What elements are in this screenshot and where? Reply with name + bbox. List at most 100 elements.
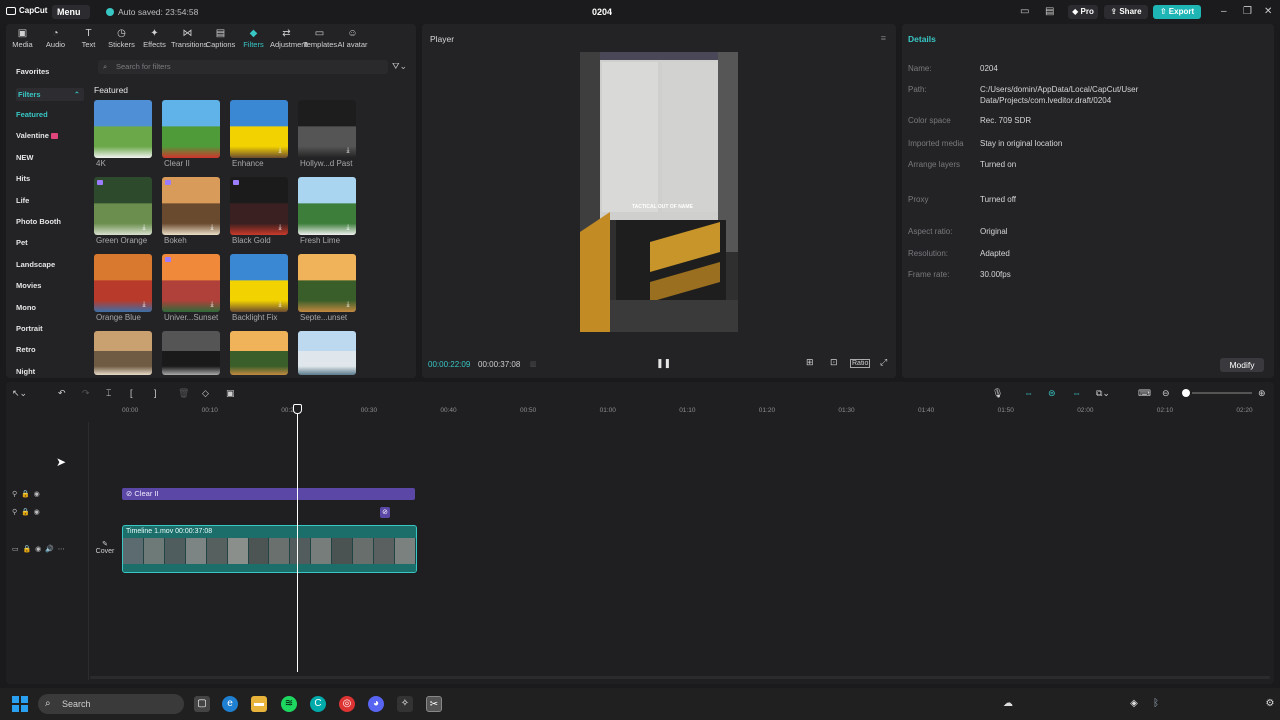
pro-button[interactable]: ◆ Pro (1068, 5, 1098, 19)
app-icon-2[interactable]: ✧ (397, 696, 413, 712)
zoom-slider[interactable] (1192, 392, 1252, 394)
spotify-icon[interactable]: ≋ (281, 696, 297, 712)
zoom-in-icon[interactable]: ⊕ (1258, 388, 1266, 399)
playhead-handle[interactable] (293, 404, 302, 414)
filter-sort-icon[interactable]: ⛛⌄ (392, 61, 407, 72)
taskbar-search[interactable]: ⌕ Search (38, 694, 184, 714)
category-item-movies[interactable]: Movies (16, 281, 41, 290)
filter-thumbnail-fresh-lime[interactable]: ⤓ (298, 177, 356, 235)
category-item-new[interactable]: NEW (16, 153, 34, 162)
category-item-mono[interactable]: Mono (16, 303, 36, 312)
filter-thumbnail-clear-ii[interactable] (162, 100, 220, 158)
ratio-button[interactable]: Ratio (850, 359, 871, 368)
close-icon[interactable]: ✕ (1264, 6, 1272, 17)
category-item-pet[interactable]: Pet (16, 238, 28, 247)
tray-icon[interactable]: ◈ (1126, 696, 1142, 712)
shortcut-icon[interactable]: ▤ (1045, 6, 1054, 17)
cloud-icon[interactable]: ☁ (1000, 696, 1016, 712)
category-item-portrait[interactable]: Portrait (16, 324, 43, 333)
download-icon[interactable]: ⤓ (344, 147, 352, 155)
category-item-life[interactable]: Life (16, 196, 29, 205)
minimize-icon[interactable]: – (1221, 6, 1227, 17)
preview-axis-icon[interactable]: ⧉⌄ (1096, 388, 1110, 399)
filter-thumbnail-black-gold[interactable]: ⤓ (230, 177, 288, 235)
settings-icon[interactable]: ⚙ (1262, 696, 1278, 712)
tab-ai-avatar[interactable]: ☺ AI avatar (336, 26, 369, 52)
tab-media[interactable]: ▣ Media (6, 26, 39, 52)
download-icon[interactable]: ⤓ (344, 301, 352, 309)
tab-effects[interactable]: ✦ Effects (138, 26, 171, 52)
category-item-valentine[interactable]: Valentine (16, 131, 58, 140)
filter-thumbnail-hollyw-d-past[interactable]: ⤓ (298, 100, 356, 158)
landscape-thumbnail[interactable] (230, 331, 288, 375)
filter-thumbnail-green-orange[interactable]: ⤓ (94, 177, 152, 235)
crop-icon[interactable]: ⊡ (830, 357, 838, 368)
category-item-photo-booth[interactable]: Photo Booth (16, 217, 61, 226)
tab-audio[interactable]: ◔ Audio (39, 26, 72, 52)
video-preview[interactable]: TACTICAL OUT OF NAME (580, 52, 738, 332)
zoom-reset-icon[interactable] (1182, 389, 1190, 397)
tab-stickers[interactable]: ◷ Stickers (105, 26, 138, 52)
split-left-icon[interactable]: [ (130, 388, 133, 398)
fullscreen-icon[interactable]: ⤢ (880, 357, 887, 368)
freeze-icon[interactable]: ▣ (226, 388, 235, 399)
fashion-thumbnail[interactable] (162, 331, 220, 375)
download-icon[interactable]: ⤓ (276, 301, 284, 309)
playhead-line[interactable] (297, 404, 298, 672)
cat-thumbnail[interactable] (94, 331, 152, 375)
timeline-scrollbar[interactable] (90, 676, 1270, 679)
filter-track-controls[interactable]: ⚲ 🔒 ◉ (12, 490, 40, 498)
tab-transitions[interactable]: ⋈ Transitions (171, 26, 207, 52)
undo-icon[interactable]: ↶ (58, 388, 66, 399)
share-button[interactable]: ⇪ Share (1104, 5, 1148, 19)
split-right-icon[interactable]: ] (154, 388, 157, 398)
zoom-out-icon[interactable]: ⊖ (1162, 388, 1170, 399)
split-icon[interactable]: ⌶ (106, 388, 111, 399)
layout-icon[interactable]: ▭ (1020, 6, 1029, 17)
download-icon[interactable]: ⤓ (276, 224, 284, 232)
captions-track-icon[interactable]: ⌨ (1138, 388, 1151, 399)
cover-button[interactable]: ✎ Cover (94, 540, 116, 555)
download-icon[interactable]: ⤓ (208, 301, 216, 309)
category-item-retro[interactable]: Retro (16, 345, 36, 354)
beach-thumbnail[interactable] (298, 331, 356, 375)
sidebar-item-filters[interactable]: Filters ⌃ (16, 88, 84, 101)
filter-clip[interactable]: ⊘ Clear II (122, 488, 415, 500)
tab-adjustment[interactable]: ⇄ Adjustment (270, 26, 308, 52)
filter-thumbnail-univer-sunset[interactable]: ⤓ (162, 254, 220, 312)
filter-thumbnail-orange-blue[interactable]: ⤓ (94, 254, 152, 312)
main-video-clip[interactable]: Timeline 1.mov 00:00:37:08 (122, 525, 417, 573)
download-icon[interactable]: ⤓ (140, 224, 148, 232)
delete-icon[interactable]: 🗑 (178, 388, 189, 399)
filter-thumbnail-enhance[interactable]: ⤓ (230, 100, 288, 158)
category-item-hits[interactable]: Hits (16, 174, 30, 183)
category-item-night[interactable]: Night (16, 367, 35, 376)
adjustment-clip[interactable]: ⊘ (380, 507, 390, 518)
download-icon[interactable]: ⤓ (140, 301, 148, 309)
filter-thumbnail-backlight-fix[interactable]: ⤓ (230, 254, 288, 312)
tab-text[interactable]: T Text (72, 26, 105, 52)
task-view-icon[interactable]: ▢ (194, 696, 210, 712)
download-icon[interactable]: ⤓ (344, 224, 352, 232)
capcut-taskbar-icon[interactable]: ✂ (426, 696, 442, 712)
snap-icon[interactable]: ⇔ (1072, 388, 1081, 398)
tab-filters[interactable]: ◆ Filters (237, 26, 270, 52)
category-item-featured[interactable]: Featured (16, 110, 48, 119)
microphone-icon[interactable]: 🎙 (992, 388, 1003, 399)
edge-icon[interactable]: e (222, 696, 238, 712)
filter-search-input[interactable]: ⌕ Search for filters (98, 60, 388, 74)
app-icon[interactable]: C (310, 696, 326, 712)
filter-thumbnail-4k[interactable] (94, 100, 152, 158)
main-track-controls[interactable]: ▭ 🔒 ◉ 🔊 ⋯ (12, 545, 65, 553)
filter-thumbnail-bokeh[interactable]: ⤓ (162, 177, 220, 235)
marker-icon[interactable]: ◇ (202, 388, 209, 399)
tab-captions[interactable]: ▤ Captions (204, 26, 237, 52)
adjust-track-controls[interactable]: ⚲ 🔒 ◉ (12, 508, 40, 516)
sidebar-item-favorites[interactable]: Favorites (16, 67, 49, 76)
magnet-icon[interactable]: ⊜ (1048, 388, 1056, 399)
download-icon[interactable]: ⤓ (208, 224, 216, 232)
pause-icon[interactable]: ❚❚ (656, 358, 671, 369)
windows-start-icon[interactable] (12, 696, 28, 712)
filter-thumbnail-septe-unset[interactable]: ⤓ (298, 254, 356, 312)
link-icon[interactable]: ⇔ (1024, 388, 1033, 398)
